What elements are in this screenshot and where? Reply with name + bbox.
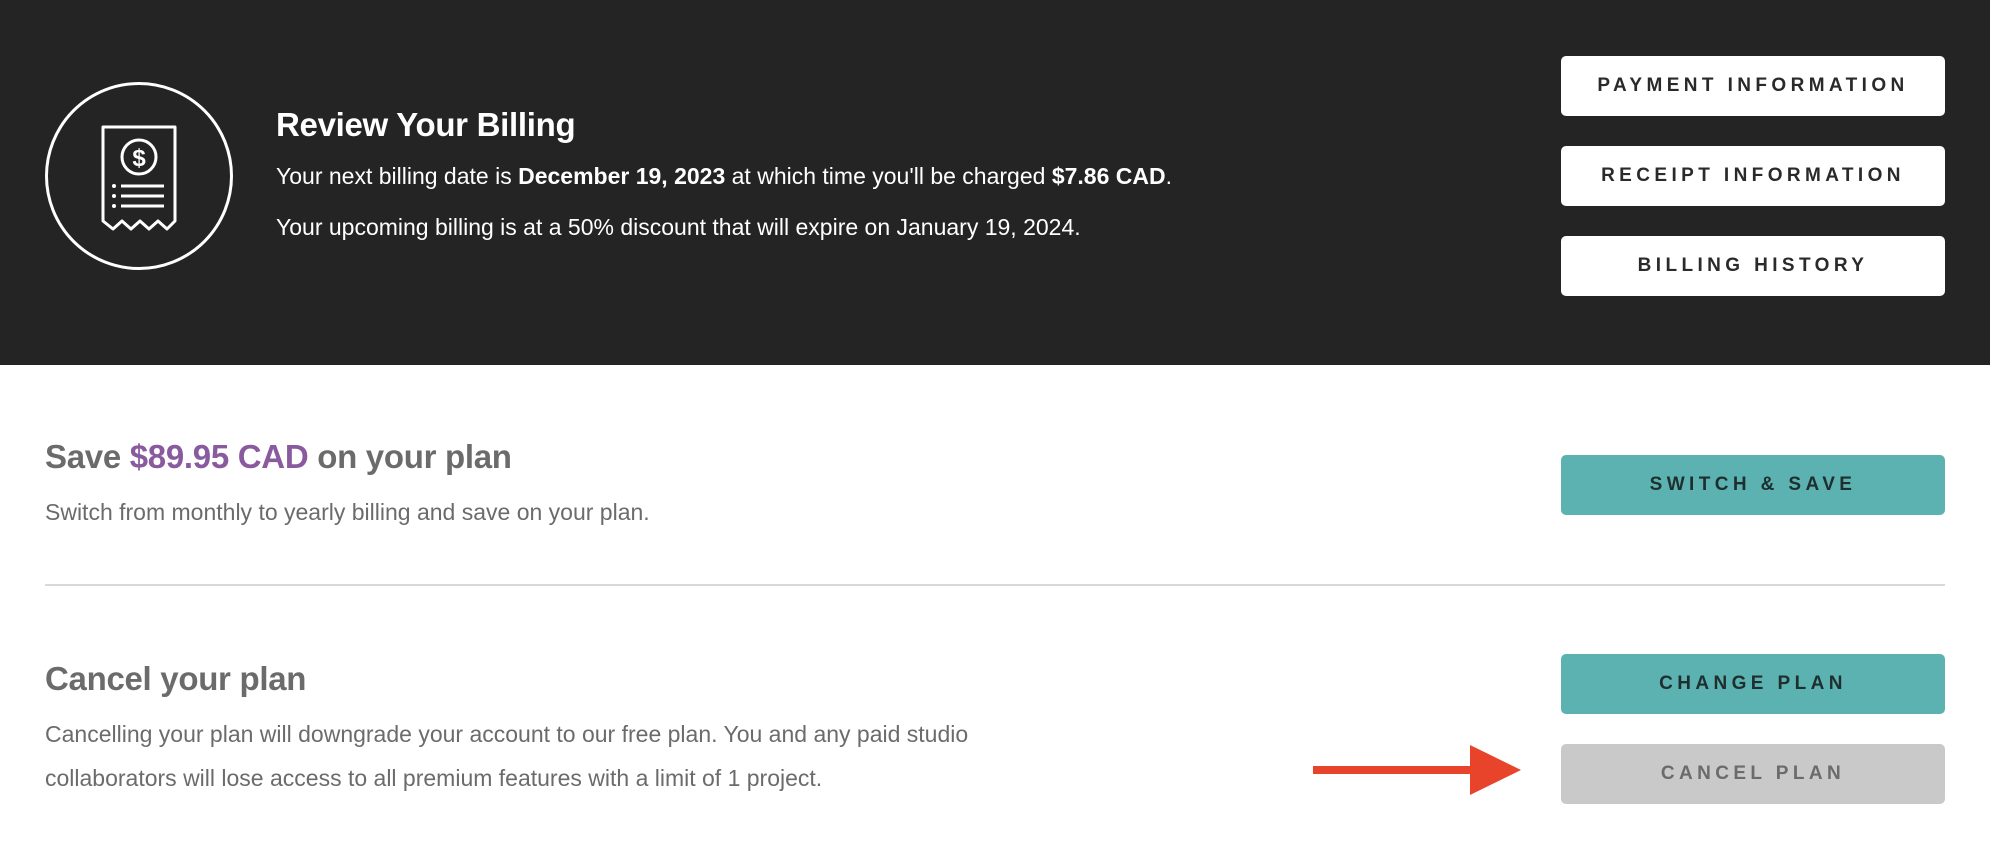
billing-text-suffix: . [1165, 163, 1172, 189]
cancel-description-line2: collaborators will lose access to all pr… [45, 765, 823, 791]
receipt-icon: $ [45, 82, 233, 270]
billing-amount: $7.86 CAD [1051, 163, 1166, 189]
save-heading: Save $89.95 CAD on your plan [45, 438, 512, 476]
billing-date: December 19, 2023 [518, 163, 726, 189]
save-heading-prefix: Save [45, 438, 130, 475]
cancel-description-line1: Cancelling your plan will downgrade your… [45, 721, 969, 747]
save-description: Switch from monthly to yearly billing an… [45, 499, 650, 525]
receipt-information-button[interactable]: RECEIPT INFORMATION [1561, 146, 1945, 206]
cancel-plan-button[interactable]: CANCEL PLAN [1561, 744, 1945, 804]
page-title: Review Your Billing [276, 106, 576, 143]
billing-header: $ Review Your Billing Your next billing … [0, 0, 1990, 365]
switch-and-save-button[interactable]: SWITCH & SAVE [1561, 455, 1945, 515]
change-plan-button[interactable]: CHANGE PLAN [1561, 654, 1945, 714]
arrow-right-icon [1313, 743, 1523, 802]
section-divider [45, 584, 1945, 586]
billing-text-prefix: Your next billing date is [276, 163, 519, 189]
billing-text-middle: at which time you'll be charged [725, 163, 1052, 189]
save-heading-suffix: on your plan [308, 438, 512, 475]
next-billing-text: Your next billing date is December 19, 2… [276, 163, 1172, 190]
payment-information-button[interactable]: PAYMENT INFORMATION [1561, 56, 1945, 116]
discount-text: Your upcoming billing is at a 50% discou… [276, 214, 1081, 240]
billing-history-button[interactable]: BILLING HISTORY [1561, 236, 1945, 296]
save-amount: $89.95 CAD [129, 438, 309, 475]
cancel-heading: Cancel your plan [45, 660, 307, 697]
svg-text:$: $ [132, 145, 146, 172]
